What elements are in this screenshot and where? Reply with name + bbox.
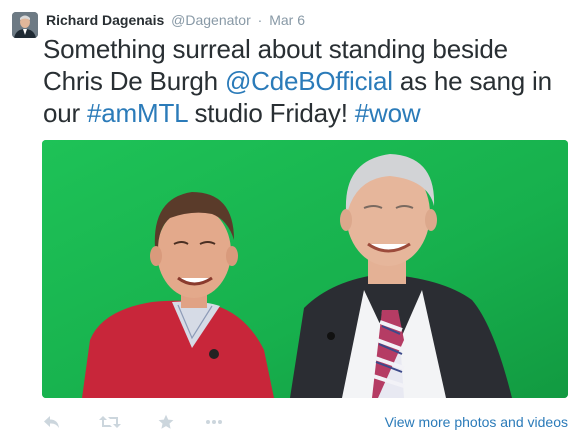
tweet-header: Richard Dagenais @Dagenator · Mar 6 [46,11,305,29]
author-handle[interactable]: @Dagenator [171,12,251,28]
tweet-date[interactable]: Mar 6 [269,12,305,28]
hashtag-link-wow[interactable]: #wow [355,98,421,128]
retweet-button[interactable] [99,412,121,432]
tweet-text-part: studio Friday! [187,98,355,128]
more-dots-icon [206,420,222,424]
tweet-actions: View more photos and videos [0,404,580,438]
tweet: Richard Dagenais @Dagenator · Mar 6 Some… [0,0,580,446]
photo-two-men-green-screen [42,140,568,398]
more-options-button[interactable] [203,412,225,432]
view-more-photos-link[interactable]: View more photos and videos [385,414,568,430]
favorite-button[interactable] [155,412,177,432]
retweet-icon [99,416,121,428]
hashtag-link-ammtl[interactable]: #amMTL [87,98,188,128]
author-name[interactable]: Richard Dagenais [46,12,164,28]
separator-dot: · [257,12,263,28]
star-icon [158,414,174,429]
tweet-text: Something surreal about standing beside … [43,33,573,129]
mention-link[interactable]: @CdeBOfficial [225,66,393,96]
reply-icon [44,416,59,428]
avatar-image [12,12,38,38]
tweet-photo[interactable] [42,140,568,398]
author-avatar[interactable] [12,12,38,38]
reply-button[interactable] [41,412,63,432]
